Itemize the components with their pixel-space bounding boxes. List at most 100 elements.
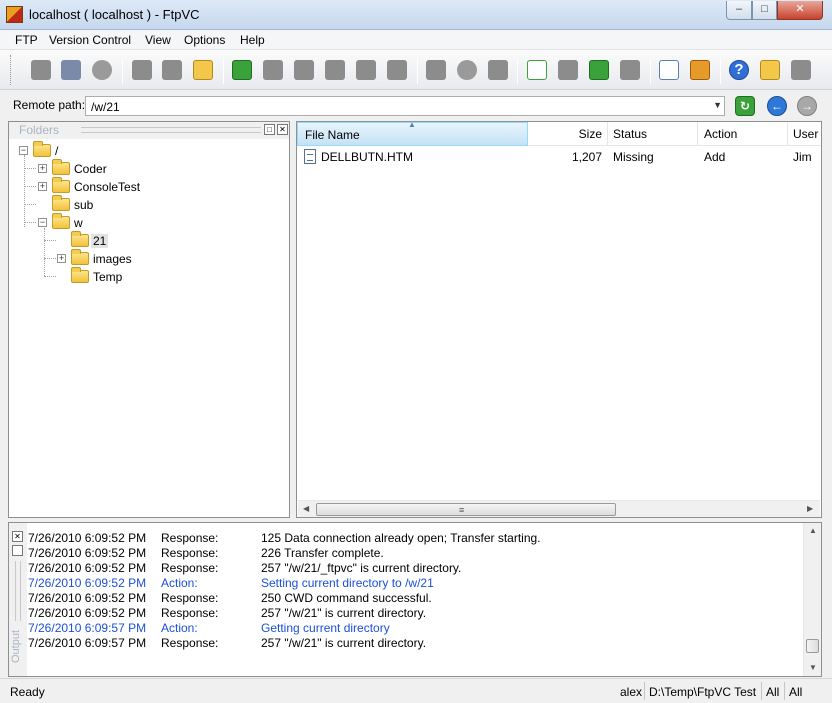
vertical-scrollbar[interactable]: ▲ ▼ bbox=[803, 523, 821, 676]
expand-icon[interactable]: + bbox=[38, 182, 47, 191]
expand-icon[interactable]: + bbox=[38, 164, 47, 173]
toolbar-separator bbox=[517, 58, 518, 84]
options-icon[interactable] bbox=[655, 56, 683, 84]
back-arrow-icon[interactable]: ← bbox=[767, 96, 787, 116]
scroll-down-icon[interactable]: ▼ bbox=[809, 663, 817, 672]
connect-icon[interactable] bbox=[27, 56, 55, 84]
scroll-up-icon[interactable]: ▲ bbox=[809, 526, 817, 535]
stop-icon[interactable] bbox=[88, 56, 116, 84]
delete-icon[interactable] bbox=[554, 56, 582, 84]
tree-item-label: sub bbox=[74, 198, 94, 212]
compare-icon[interactable] bbox=[422, 56, 450, 84]
tree-item-21[interactable]: 21 bbox=[9, 231, 289, 250]
file-row[interactable]: DELLBUTN.HTM 1,207 Missing Add Jim bbox=[297, 148, 821, 166]
checkout-icon[interactable] bbox=[259, 56, 287, 84]
column-header-user[interactable]: User bbox=[788, 122, 821, 146]
help-icon[interactable]: ? bbox=[725, 56, 753, 84]
collapse-icon[interactable]: − bbox=[19, 146, 28, 155]
log-message: 250 CWD command successful. bbox=[261, 591, 432, 605]
column-header-file-name[interactable]: ▲ File Name bbox=[297, 120, 528, 146]
add-file-icon[interactable] bbox=[228, 56, 256, 84]
toolbar-separator bbox=[122, 58, 123, 84]
scrollbar-thumb[interactable] bbox=[806, 639, 819, 653]
sort-ascending-icon: ▲ bbox=[408, 120, 416, 129]
status-text: Ready bbox=[10, 685, 45, 699]
tree-item-coder[interactable]: + Coder bbox=[9, 159, 289, 178]
share-icon[interactable] bbox=[484, 56, 512, 84]
export-icon[interactable] bbox=[787, 56, 815, 84]
column-header-status[interactable]: Status bbox=[608, 122, 698, 146]
configure-icon[interactable] bbox=[686, 56, 714, 84]
menu-view[interactable]: View bbox=[145, 33, 171, 47]
status-project: D:\Temp\FtpVC Test bbox=[644, 682, 759, 700]
pin-icon[interactable] bbox=[12, 545, 23, 556]
minimize-button[interactable]: – bbox=[726, 1, 752, 20]
document-icon bbox=[304, 149, 316, 164]
expand-icon[interactable]: + bbox=[57, 254, 66, 263]
output-pane-sidebar: ✕ Output bbox=[9, 523, 27, 676]
pin-icon[interactable]: □ bbox=[264, 124, 275, 135]
status-bar: Ready alex D:\Temp\FtpVC Test All All bbox=[0, 678, 832, 703]
log-timestamp: 7/26/2010 6:09:57 PM bbox=[28, 621, 147, 635]
tree-item-consoletest[interactable]: + ConsoleTest bbox=[9, 177, 289, 196]
menu-ftp[interactable]: FTP bbox=[15, 33, 38, 47]
upload-icon[interactable] bbox=[128, 56, 156, 84]
tree-item-label: images bbox=[93, 252, 132, 266]
remote-path-combobox[interactable]: /w/21 ▼ bbox=[85, 96, 725, 116]
log-type: Response: bbox=[161, 561, 219, 575]
new-folder-icon[interactable] bbox=[189, 56, 217, 84]
log-type: Response: bbox=[161, 606, 219, 620]
chevron-down-icon[interactable]: ▼ bbox=[713, 100, 722, 110]
tree-item-label: / bbox=[55, 144, 59, 158]
pane-grip[interactable] bbox=[81, 127, 261, 133]
close-icon[interactable]: ✕ bbox=[277, 124, 288, 135]
log-timestamp: 7/26/2010 6:09:52 PM bbox=[28, 591, 147, 605]
menu-version-control[interactable]: Version Control bbox=[49, 33, 131, 47]
sync-icon[interactable] bbox=[585, 56, 613, 84]
menu-options[interactable]: Options bbox=[184, 33, 225, 47]
scroll-left-icon[interactable]: ◀ bbox=[303, 504, 309, 513]
toolbar: ? bbox=[0, 50, 832, 90]
remote-path-label: Remote path: bbox=[13, 98, 86, 112]
checkin-icon[interactable] bbox=[290, 56, 318, 84]
collapse-icon[interactable]: − bbox=[38, 218, 47, 227]
tree-item-w[interactable]: − w bbox=[9, 213, 289, 232]
toolbar-separator bbox=[417, 58, 418, 84]
tree-item-temp[interactable]: Temp bbox=[9, 267, 289, 286]
column-header-size[interactable]: Size bbox=[528, 122, 608, 146]
undo-checkout-icon[interactable] bbox=[321, 56, 349, 84]
menu-help[interactable]: Help bbox=[240, 33, 265, 47]
open-folder-icon[interactable] bbox=[756, 56, 784, 84]
history-icon[interactable] bbox=[383, 56, 411, 84]
menu-bar: FTP Version Control View Options Help bbox=[0, 30, 832, 50]
download-icon[interactable] bbox=[158, 56, 186, 84]
scroll-right-icon[interactable]: ▶ bbox=[807, 504, 813, 513]
close-icon[interactable]: ✕ bbox=[12, 531, 23, 542]
tree-item-label: w bbox=[74, 216, 83, 230]
close-button[interactable]: ✕ bbox=[777, 1, 823, 20]
log-message: 257 "/w/21" is current directory. bbox=[261, 636, 427, 650]
refresh-status-icon[interactable] bbox=[523, 56, 551, 84]
forward-arrow-icon[interactable]: → bbox=[797, 96, 817, 116]
toolbar-grip[interactable] bbox=[10, 55, 13, 85]
disconnect-icon[interactable] bbox=[57, 56, 85, 84]
tree-item-root[interactable]: − / bbox=[9, 141, 289, 160]
label-icon[interactable] bbox=[453, 56, 481, 84]
tree-item-label: Temp bbox=[93, 270, 123, 284]
column-header-action[interactable]: Action bbox=[698, 122, 788, 146]
maximize-button[interactable]: □ bbox=[752, 1, 777, 20]
get-latest-icon[interactable] bbox=[352, 56, 380, 84]
tree-item-images[interactable]: + images bbox=[9, 249, 289, 268]
pane-grip[interactable] bbox=[15, 561, 21, 621]
file-list-header: ▲ File Name Size Status Action User bbox=[297, 120, 821, 146]
log-type: Response: bbox=[161, 546, 219, 560]
refresh-icon[interactable]: ↻ bbox=[735, 96, 755, 116]
scrollbar-thumb[interactable]: ≡ bbox=[316, 503, 616, 516]
log-type: Response: bbox=[161, 531, 219, 545]
tree-item-sub[interactable]: sub bbox=[9, 195, 289, 214]
log-timestamp: 7/26/2010 6:09:52 PM bbox=[28, 561, 147, 575]
horizontal-scrollbar[interactable]: ◀ ≡ ▶ bbox=[298, 500, 820, 517]
file-status: Missing bbox=[613, 150, 654, 164]
merge-icon[interactable] bbox=[616, 56, 644, 84]
log-type: Response: bbox=[161, 636, 219, 650]
